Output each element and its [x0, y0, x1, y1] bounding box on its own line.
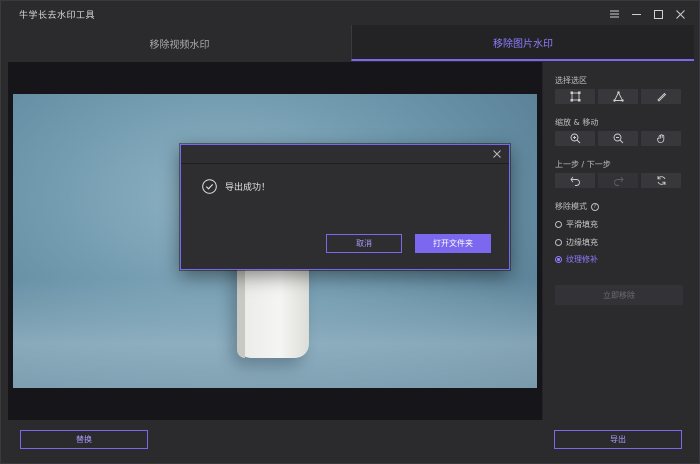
- history-label: 上一步 / 下一步: [555, 160, 611, 169]
- zoom-tools: [555, 131, 681, 146]
- close-button[interactable]: [671, 6, 689, 22]
- undo-button[interactable]: [555, 173, 595, 188]
- redo-icon: [613, 176, 624, 186]
- replace-button[interactable]: 替换: [20, 430, 148, 449]
- polygon-select-button[interactable]: [598, 89, 638, 104]
- zoom-in-button[interactable]: [555, 131, 595, 146]
- select-tools: [555, 89, 681, 104]
- mode-option-label: 纹理修补: [566, 255, 598, 264]
- zoom-in-icon: [570, 133, 580, 144]
- mode-option-label: 边缘填充: [566, 238, 598, 247]
- radio-checked-icon: [555, 256, 562, 263]
- zoom-out-icon: [613, 133, 623, 144]
- undo-icon: [569, 176, 580, 186]
- mode-option-label: 平滑填充: [566, 220, 598, 229]
- maximize-button[interactable]: [649, 6, 667, 22]
- radio-icon: [555, 221, 562, 228]
- export-button[interactable]: 导出: [554, 430, 682, 449]
- close-icon: [675, 9, 685, 19]
- help-icon[interactable]: ?: [591, 202, 599, 211]
- minimize-icon: [631, 14, 641, 15]
- history-tools: [555, 173, 681, 188]
- dialog-message-row: 导出成功！: [202, 179, 270, 194]
- redo-button[interactable]: [598, 173, 638, 188]
- dialog-header: [181, 145, 509, 164]
- bottom-bar: 替换 导出: [1, 420, 699, 463]
- tab-remove-image-watermark[interactable]: 移除图片水印: [351, 25, 694, 61]
- zoom-move-label: 缩放 & 移动: [555, 118, 599, 127]
- tab-label: 移除图片水印: [493, 38, 553, 50]
- open-folder-button[interactable]: 打开文件夹: [415, 234, 491, 253]
- menu-button[interactable]: [605, 6, 623, 22]
- rectangle-select-icon: [570, 91, 580, 102]
- app-window: 牛学长去水印工具 移除视频水印 移除图片水印 选择选区 缩放 & 移动 上一步 …: [0, 0, 700, 464]
- mode-tabs: 移除视频水印 移除图片水印: [8, 25, 694, 61]
- tab-label: 移除视频水印: [149, 39, 210, 51]
- rectangle-select-button[interactable]: [555, 89, 595, 104]
- app-title: 牛学长去水印工具: [19, 10, 96, 21]
- zoom-out-button[interactable]: [598, 131, 638, 146]
- minimize-button[interactable]: [627, 6, 645, 22]
- reset-icon: [657, 176, 665, 185]
- tools-panel: 选择选区 缩放 & 移动 上一步 / 下一步 移除模式 ? 平滑填充 边缘填充 …: [542, 62, 694, 420]
- remove-mode-label: 移除模式?: [555, 201, 599, 212]
- dialog-close-icon[interactable]: [492, 149, 502, 159]
- reset-button[interactable]: [641, 173, 681, 188]
- tab-remove-video-watermark[interactable]: 移除视频水印: [8, 25, 351, 61]
- remove-mode-text: 移除模式: [555, 202, 587, 211]
- menu-icon: [609, 10, 619, 18]
- dialog-message: 导出成功！: [225, 183, 271, 193]
- remove-now-button[interactable]: 立即移除: [555, 285, 683, 305]
- title-bar: 牛学长去水印工具: [1, 1, 699, 27]
- mode-option-texture[interactable]: 纹理修补: [555, 254, 598, 265]
- check-circle-icon: [202, 179, 217, 194]
- hand-icon: [656, 134, 664, 143]
- brush-icon: [656, 92, 666, 102]
- dialog-cancel-button[interactable]: 取消: [326, 234, 402, 253]
- mode-option-edge[interactable]: 边缘填充: [555, 237, 598, 248]
- window-controls: [605, 6, 689, 22]
- brush-button[interactable]: [641, 89, 681, 104]
- export-success-dialog: 导出成功！ 取消 打开文件夹: [180, 144, 510, 270]
- polygon-select-icon: [612, 91, 624, 102]
- select-area-label: 选择选区: [555, 76, 587, 85]
- radio-icon: [555, 239, 562, 246]
- hand-button[interactable]: [641, 131, 681, 146]
- maximize-icon: [653, 9, 663, 19]
- mode-option-smooth[interactable]: 平滑填充: [555, 219, 598, 230]
